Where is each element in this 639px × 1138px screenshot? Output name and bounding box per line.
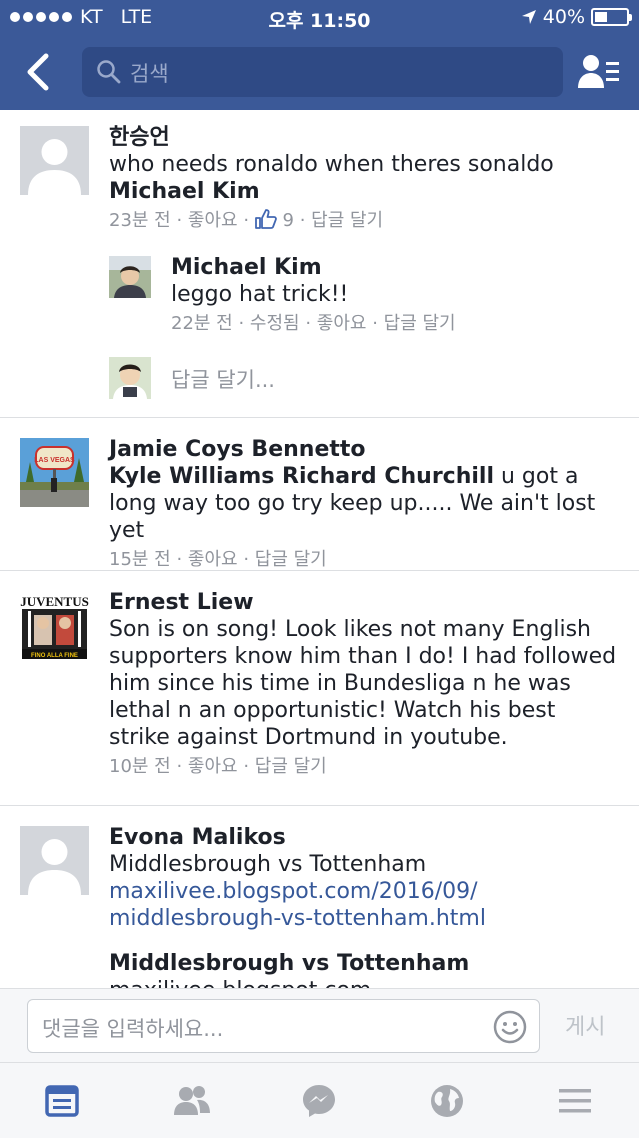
status-bar: KT LTE 오후 11:50 40% bbox=[0, 0, 639, 36]
header-bar: KT LTE 오후 11:50 40% 검색 bbox=[0, 0, 639, 110]
comment-author[interactable]: 한승언 bbox=[109, 124, 621, 151]
battery-fill bbox=[595, 12, 607, 22]
avatar-club-text: JUVENTUS bbox=[20, 594, 89, 609]
comment-input[interactable]: 댓글을 입력하세요... bbox=[27, 999, 540, 1053]
reply-link[interactable]: 답글 달기 bbox=[311, 210, 383, 231]
tab-messenger[interactable] bbox=[301, 1083, 341, 1123]
back-button[interactable] bbox=[20, 52, 60, 92]
like-count: 9 bbox=[282, 210, 294, 231]
comment: LAS VEGAS Jamie Coys Bennetto Kyle Willi… bbox=[0, 418, 639, 571]
edited-label: 수정됨 bbox=[249, 313, 300, 334]
search-placeholder: 검색 bbox=[130, 62, 169, 86]
comment: 한승언 who needs ronaldo when theres sonald… bbox=[0, 110, 639, 418]
comment-author[interactable]: Ernest Liew bbox=[109, 589, 621, 616]
messenger-icon bbox=[303, 1085, 335, 1117]
search-icon bbox=[97, 60, 121, 84]
emoji-icon[interactable] bbox=[493, 1010, 527, 1044]
comment-text: Son is on song! Look likes not many Engl… bbox=[109, 617, 617, 750]
thumbs-up-icon bbox=[254, 209, 277, 229]
comment-composer: 댓글을 입력하세요... 게시 bbox=[0, 988, 639, 1062]
avatar[interactable]: LAS VEGAS bbox=[20, 438, 89, 507]
my-avatar bbox=[109, 357, 151, 399]
avatar[interactable] bbox=[20, 126, 89, 195]
comment-list[interactable]: 한승언 who needs ronaldo when theres sonald… bbox=[0, 110, 639, 988]
comment-time: 10분 전 bbox=[109, 756, 171, 777]
tab-notifications[interactable] bbox=[429, 1083, 469, 1123]
avatar[interactable]: JUVENTUS FINO ALLA FINE bbox=[20, 591, 89, 660]
like-link[interactable]: 좋아요 bbox=[317, 313, 367, 334]
back-arrow-icon bbox=[27, 53, 49, 91]
battery-percent: 40% bbox=[542, 6, 585, 28]
comment-meta: 23분 전 · 좋아요 · 9 · 답글 달기 bbox=[109, 209, 384, 231]
like-link[interactable]: 좋아요 bbox=[188, 756, 238, 777]
reply-time: 22분 전 bbox=[171, 313, 233, 334]
tagged-user[interactable]: Michael Kim bbox=[109, 178, 621, 205]
avatar[interactable] bbox=[20, 826, 89, 895]
tab-menu[interactable] bbox=[557, 1083, 597, 1123]
avatar-sign-text: LAS VEGAS bbox=[34, 457, 75, 464]
link-preview-domain: maxilivee.blogspot.com bbox=[109, 977, 621, 988]
comment-link-line[interactable]: maxilivee.blogspot.com/2016/09/ bbox=[109, 878, 621, 905]
tab-bar bbox=[0, 1062, 639, 1138]
reply-link[interactable]: 답글 달기 bbox=[255, 549, 327, 570]
location-arrow-icon bbox=[521, 10, 536, 24]
reply-meta: 22분 전 · 수정됨 · 좋아요 · 답글 달기 bbox=[171, 313, 456, 334]
globe-icon bbox=[431, 1085, 463, 1117]
reply-text: leggo hat trick!! bbox=[171, 282, 349, 307]
comment: JUVENTUS FINO ALLA FINE Ernest Liew Son … bbox=[0, 571, 639, 806]
tab-friends[interactable] bbox=[172, 1083, 212, 1123]
comment-text: Kyle Williams Richard Churchill u got a … bbox=[109, 463, 621, 544]
comment-text: who needs ronaldo when theres sonaldo bbox=[109, 152, 554, 177]
avatar[interactable] bbox=[109, 256, 151, 298]
comment-time: 23분 전 bbox=[109, 210, 171, 231]
news-feed-icon bbox=[45, 1085, 79, 1117]
comment-link-line[interactable]: middlesbrough-vs-tottenham.html bbox=[109, 905, 621, 932]
tagged-user[interactable]: Kyle Williams Richard Churchill bbox=[109, 464, 494, 489]
comment: Evona Malikos Middlesbrough vs Tottenham… bbox=[0, 806, 639, 988]
tab-news-feed[interactable] bbox=[44, 1083, 84, 1123]
menu-icon bbox=[559, 1089, 591, 1113]
like-link[interactable]: 좋아요 bbox=[188, 549, 238, 570]
friends-icon bbox=[174, 1086, 210, 1115]
search-input[interactable]: 검색 bbox=[82, 47, 563, 97]
reply-input[interactable]: 답글 달기... bbox=[171, 364, 275, 394]
comment-author[interactable]: Evona Malikos bbox=[109, 824, 621, 851]
comment-text: Middlesbrough vs Tottenham bbox=[109, 852, 427, 877]
link-preview-title[interactable]: Middlesbrough vs Tottenham bbox=[109, 950, 621, 977]
comment-author[interactable]: Jamie Coys Bennetto bbox=[109, 436, 621, 463]
comment-input-placeholder: 댓글을 입력하세요... bbox=[42, 1017, 224, 1041]
reply-author[interactable]: Michael Kim bbox=[171, 254, 621, 281]
friend-requests-icon bbox=[578, 55, 619, 88]
avatar-motto-text: FINO ALLA FINE bbox=[31, 653, 78, 659]
post-button[interactable]: 게시 bbox=[565, 1009, 605, 1041]
comment-meta: 10분 전 · 좋아요 · 답글 달기 bbox=[109, 756, 327, 777]
friend-requests-button[interactable] bbox=[577, 52, 621, 92]
comment-meta: 15분 전 · 좋아요 · 답글 달기 bbox=[109, 549, 327, 570]
like-link[interactable]: 좋아요 bbox=[188, 210, 238, 231]
reply-link[interactable]: 답글 달기 bbox=[384, 313, 456, 334]
comment-time: 15분 전 bbox=[109, 549, 171, 570]
reply-link[interactable]: 답글 달기 bbox=[255, 756, 327, 777]
battery-icon bbox=[591, 8, 632, 26]
